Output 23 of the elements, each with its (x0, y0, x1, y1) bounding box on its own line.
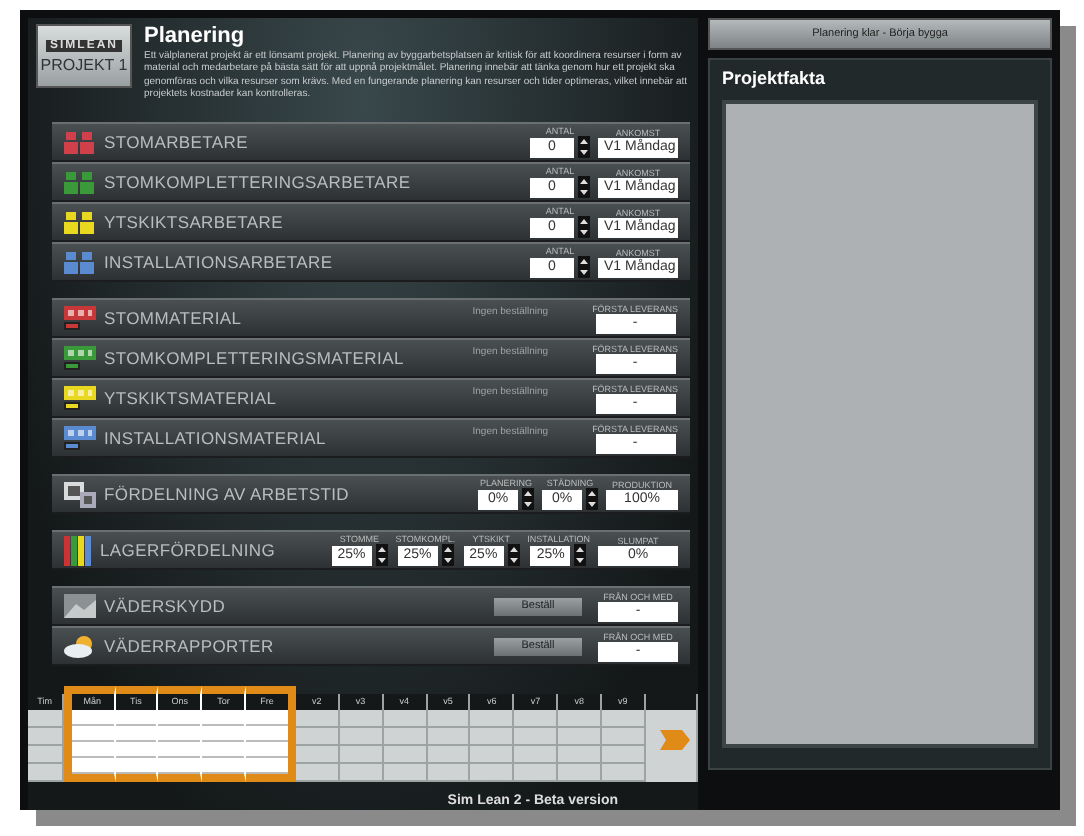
bar-stripes-icon (64, 535, 92, 565)
row-label: STOMKOMPLETTERINGSMATERIAL (104, 348, 406, 368)
next-arrow-icon (659, 726, 692, 754)
shelter-icon (64, 594, 96, 618)
row-label: VÄDERRAPPORTER (104, 636, 276, 656)
spinner-icon (578, 256, 590, 278)
project-label: PROJEKT 1 (40, 55, 128, 73)
row-label: VÄDERSKYDD (104, 596, 228, 616)
row-label: LAGERFÖRDELNING (100, 540, 278, 560)
row-label: YTSKIKTSARBETARE (104, 212, 285, 232)
row-label: STOMARBETARE (104, 132, 250, 152)
cloud-icon (64, 635, 96, 657)
spinner-icon (578, 216, 590, 238)
row-label: YTSKIKTSMATERIAL (104, 388, 279, 408)
row-label: INSTALLATIONSMATERIAL (104, 428, 328, 448)
spinner-icon (578, 176, 590, 198)
row-label: STOMKOMPLETTERINGSARBETARE (104, 172, 413, 192)
page-title: Planering (144, 24, 247, 48)
row-label: STOMMATERIAL (104, 308, 244, 328)
panel-title: Projektfakta (722, 68, 828, 88)
row-label: INSTALLATIONSARBETARE (104, 252, 335, 272)
row-label: FÖRDELNING AV ARBETSTID (104, 484, 352, 504)
spinner-icon (578, 136, 590, 158)
